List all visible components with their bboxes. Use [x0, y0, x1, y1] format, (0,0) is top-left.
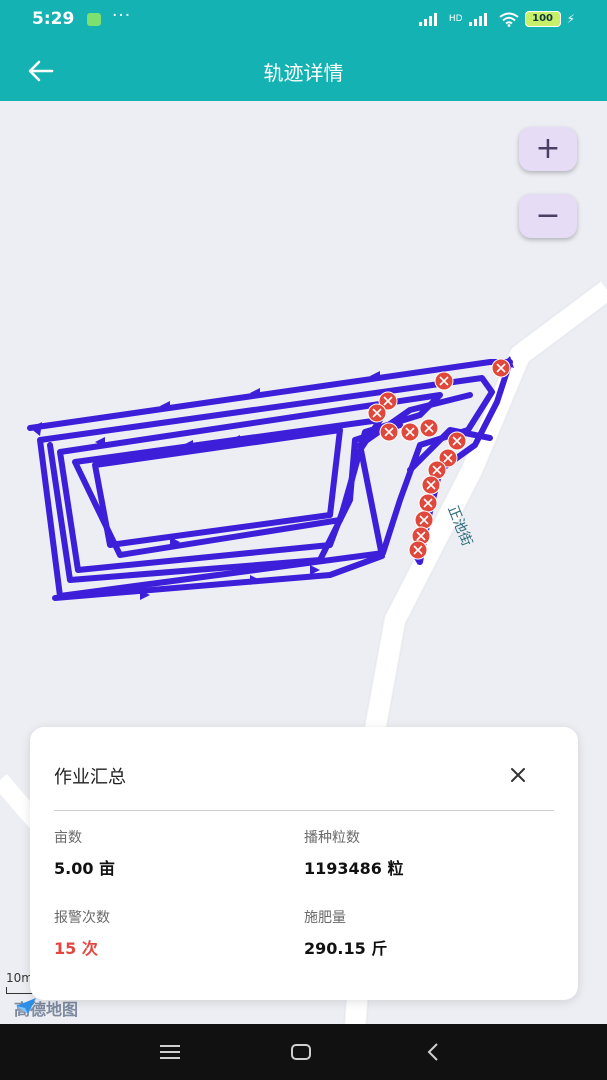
back-triangle-icon [427, 1043, 438, 1061]
stat-seed: 播种粒数 1193486 粒 [304, 827, 404, 879]
battery-icon: 100 [524, 11, 561, 27]
alarm-marker[interactable] [447, 431, 467, 451]
menu-icon [160, 1045, 180, 1059]
home-icon [291, 1044, 311, 1060]
page-title: 轨迹详情 [263, 61, 344, 85]
alarm-marker[interactable] [408, 540, 428, 560]
stat-seed-label: 播种粒数 [304, 830, 360, 846]
network-type: HD [448, 14, 463, 24]
stat-alarm: 报警次数 15 次 [54, 907, 110, 959]
charging-icon: ⚡ [566, 12, 575, 26]
alarm-marker[interactable] [400, 422, 420, 442]
signal-icon-2 [468, 13, 487, 26]
stat-area-value: 5.00 亩 [54, 859, 116, 878]
stat-area: 亩数 5.00 亩 [54, 827, 115, 879]
alarm-marker[interactable] [367, 403, 387, 423]
status-time: 5:29 [32, 9, 75, 29]
stat-fertilizer-label: 施肥量 [304, 910, 346, 926]
status-indicators: HD 100 ⚡ [418, 11, 575, 27]
close-button[interactable] [504, 761, 532, 789]
system-back-button[interactable] [419, 1038, 447, 1066]
status-bar: 5:29 ··· HD 100 ⚡ [0, 0, 607, 40]
stat-fertilizer-value: 290.15 斤 [304, 939, 388, 958]
alarm-marker[interactable] [491, 358, 511, 378]
card-divider [54, 810, 554, 811]
work-summary-card: 作业汇总 亩数 5.00 亩 播种粒数 1193486 粒 报警次数 15 次 … [30, 727, 578, 1000]
app-bar: 轨迹详情 [0, 40, 607, 101]
alarm-marker[interactable] [434, 371, 454, 391]
scale-label: 10m [6, 971, 33, 985]
wifi-icon [498, 12, 519, 27]
stat-area-label: 亩数 [54, 830, 82, 846]
more-notifications-icon: ··· [112, 6, 132, 26]
zoom-in-button[interactable]: + [519, 127, 577, 171]
stat-seed-value: 1193486 粒 [304, 859, 404, 878]
app-notification-icon [87, 13, 101, 26]
system-nav-bar [0, 1024, 607, 1080]
alarm-marker[interactable] [418, 493, 438, 513]
card-title: 作业汇总 [54, 767, 126, 788]
signal-icon [418, 13, 437, 26]
stat-fertilizer: 施肥量 290.15 斤 [304, 907, 387, 959]
alarm-marker[interactable] [379, 422, 399, 442]
alarm-marker[interactable] [421, 475, 441, 495]
recent-apps-button[interactable] [156, 1038, 184, 1066]
amap-logo-icon [16, 998, 36, 1014]
stat-alarm-value: 15 次 [54, 939, 98, 958]
zoom-out-button[interactable]: − [519, 194, 577, 238]
close-icon [511, 768, 525, 782]
home-button[interactable] [287, 1038, 315, 1066]
alarm-marker[interactable] [419, 418, 439, 438]
alarm-marker[interactable] [414, 510, 434, 530]
stat-alarm-label: 报警次数 [54, 910, 110, 926]
